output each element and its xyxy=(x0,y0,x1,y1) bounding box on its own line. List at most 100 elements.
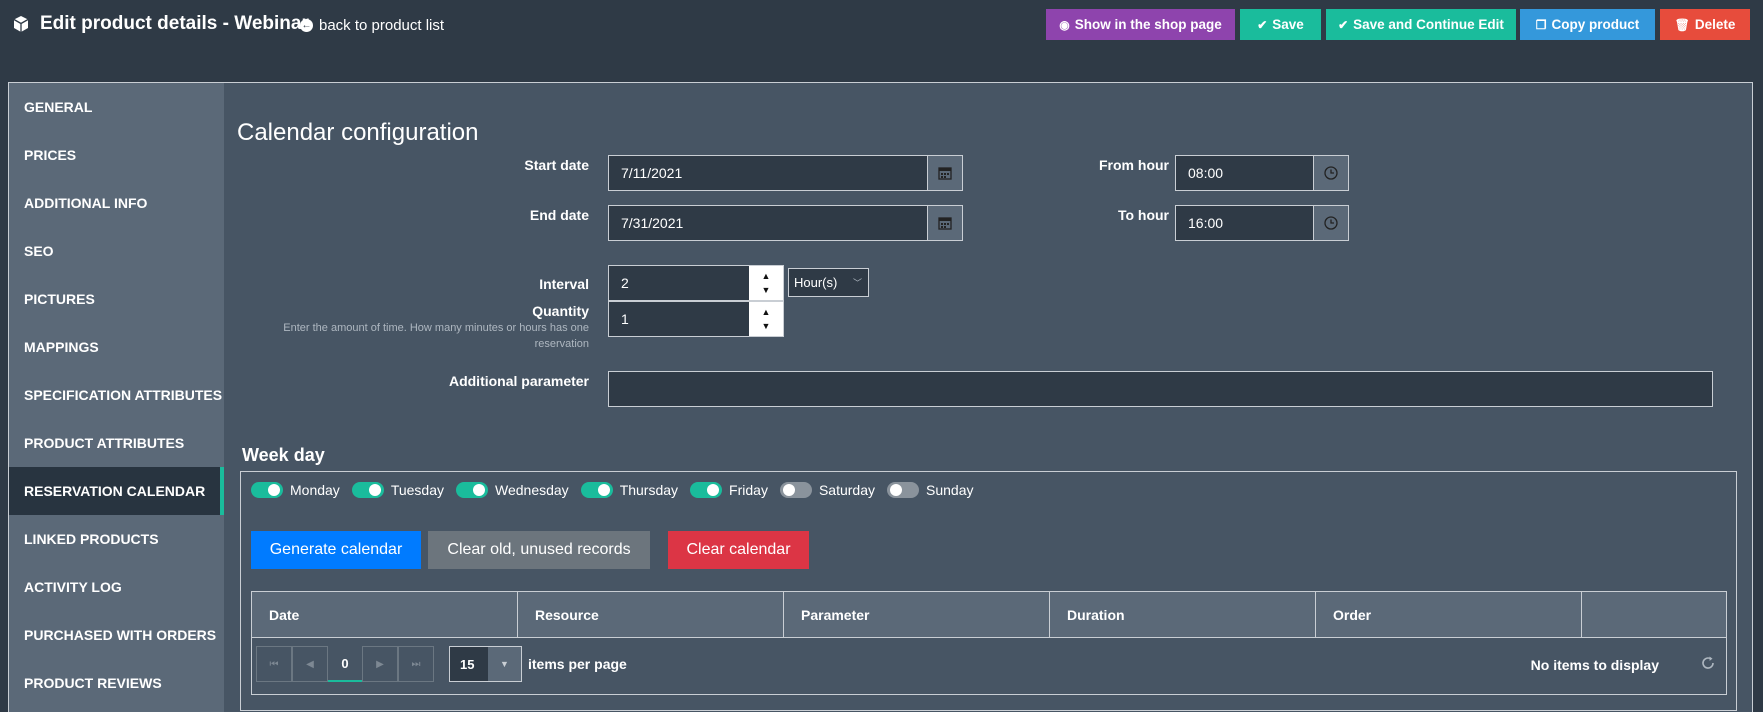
interval-unit-select[interactable]: Hour(s) ﹀ xyxy=(788,268,869,297)
sidebar-item-seo[interactable]: SEO xyxy=(9,227,224,275)
sidebar-item-mappings[interactable]: MAPPINGS xyxy=(9,323,224,371)
trash-icon: 🗑 xyxy=(1674,17,1690,32)
to-hour-field xyxy=(1175,205,1349,241)
sidebar-item-general[interactable]: GENERAL xyxy=(9,83,224,131)
sidebar-item-specification-attributes[interactable]: SPECIFICATION ATTRIBUTES xyxy=(9,371,224,419)
caret-down-icon[interactable]: ▼ xyxy=(762,283,771,297)
toggle-switch[interactable] xyxy=(251,482,283,498)
toggle-tuesday[interactable]: Tuesday xyxy=(351,482,444,498)
caret-down-icon[interactable]: ▼ xyxy=(762,319,771,333)
toggle-monday[interactable]: Monday xyxy=(251,482,340,498)
quantity-stepper: ▲▼ xyxy=(608,301,784,337)
sidebar-item-pictures[interactable]: PICTURES xyxy=(9,275,224,323)
back-to-list-link[interactable]: ← back to product list xyxy=(300,17,444,34)
calendar-icon[interactable] xyxy=(927,206,962,240)
column-header-resource[interactable]: Resource xyxy=(518,592,784,637)
delete-button[interactable]: 🗑 Delete xyxy=(1660,9,1750,40)
first-page-icon[interactable]: ⏮ xyxy=(256,646,292,682)
clock-icon[interactable] xyxy=(1313,156,1348,190)
caret-up-icon[interactable]: ▲ xyxy=(762,305,771,319)
section-title: Calendar configuration xyxy=(237,119,479,146)
toggle-sunday[interactable]: Sunday xyxy=(887,482,973,498)
main-panel: GENERAL PRICES ADDITIONAL INFO SEO PICTU… xyxy=(8,82,1753,712)
grid-header: Date Resource Parameter Duration Order xyxy=(252,592,1726,638)
sidebar-item-purchased-with-orders[interactable]: PURCHASED WITH ORDERS xyxy=(9,611,224,659)
sidebar-item-product-reviews[interactable]: PRODUCT REVIEWS xyxy=(9,659,224,707)
show-in-shop-label: Show in the shop page xyxy=(1074,17,1222,32)
cube-icon xyxy=(12,15,30,33)
from-hour-input[interactable] xyxy=(1176,156,1313,190)
toggle-switch[interactable] xyxy=(779,482,812,498)
additional-parameter-field xyxy=(608,371,1713,407)
copy-icon: ❐ xyxy=(1535,17,1547,32)
sidebar-item-activity-log[interactable]: ACTIVITY LOG xyxy=(9,563,224,611)
from-hour-label: From hour xyxy=(1099,157,1169,173)
toggle-thursday[interactable]: Thursday xyxy=(580,482,678,498)
column-header-duration[interactable]: Duration xyxy=(1050,592,1316,637)
toggle-saturday[interactable]: Saturday xyxy=(779,482,875,498)
sidebar: GENERAL PRICES ADDITIONAL INFO SEO PICTU… xyxy=(9,83,224,712)
clear-old-records-button[interactable]: Clear old, unused records xyxy=(428,531,650,569)
clock-icon[interactable] xyxy=(1313,206,1348,240)
day-label: Monday xyxy=(290,482,340,498)
page-header: Edit product details - Webinar ← back to… xyxy=(0,0,1763,50)
save-continue-label: Save and Continue Edit xyxy=(1353,17,1504,32)
grid-pager: ⏮ ◀ 0 ▶ ⏭ 15 ▼ items per page xyxy=(256,646,627,682)
to-hour-label: To hour xyxy=(1117,207,1169,223)
start-date-input[interactable] xyxy=(609,156,927,190)
day-label: Sunday xyxy=(926,482,974,498)
toggle-switch[interactable] xyxy=(456,482,488,498)
last-page-icon[interactable]: ⏭ xyxy=(398,646,434,682)
from-hour-field xyxy=(1175,155,1349,191)
generate-calendar-button[interactable]: Generate calendar xyxy=(251,531,421,569)
quantity-hint: Enter the amount of time. How many minut… xyxy=(283,322,589,350)
sidebar-item-linked-products[interactable]: LINKED PRODUCTS xyxy=(9,515,224,563)
column-header-order[interactable]: Order xyxy=(1316,592,1582,637)
additional-parameter-input[interactable] xyxy=(609,372,1712,406)
refresh-icon[interactable] xyxy=(1700,655,1718,673)
page-title: Edit product details - Webinar xyxy=(40,13,309,34)
interval-stepper: ▲▼ xyxy=(608,265,784,301)
column-header-parameter[interactable]: Parameter xyxy=(784,592,1050,637)
toggle-friday[interactable]: Friday xyxy=(690,482,768,498)
page-size-select[interactable]: 15 ▼ xyxy=(449,646,522,682)
sidebar-item-prices[interactable]: PRICES xyxy=(9,131,224,179)
toggle-wednesday[interactable]: Wednesday xyxy=(456,482,569,498)
quantity-spin-arrows[interactable]: ▲ ▼ xyxy=(749,302,783,336)
clear-calendar-button[interactable]: Clear calendar xyxy=(668,531,809,569)
week-day-panel: Monday Tuesday Wednesday Thursday Friday… xyxy=(240,471,1737,711)
show-in-shop-button[interactable]: ◉ Show in the shop page xyxy=(1046,9,1235,40)
sidebar-item-product-attributes[interactable]: PRODUCT ATTRIBUTES xyxy=(9,419,224,467)
start-date-label: Start date xyxy=(524,157,589,173)
interval-spin-arrows[interactable]: ▲ ▼ xyxy=(749,266,783,300)
column-header-actions xyxy=(1582,592,1726,637)
save-continue-button[interactable]: ✔ Save and Continue Edit xyxy=(1326,9,1516,40)
toggle-switch[interactable] xyxy=(580,482,613,498)
toggle-switch[interactable] xyxy=(690,482,723,498)
eye-icon: ◉ xyxy=(1059,17,1070,32)
day-label: Tuesday xyxy=(390,482,444,498)
interval-input[interactable] xyxy=(609,266,749,300)
quantity-input[interactable] xyxy=(609,302,749,336)
calendar-icon[interactable] xyxy=(927,156,962,190)
prev-page-icon[interactable]: ◀ xyxy=(292,646,328,682)
end-date-label: End date xyxy=(529,207,589,223)
to-hour-input[interactable] xyxy=(1176,206,1313,240)
caret-up-icon[interactable]: ▲ xyxy=(762,269,771,283)
toggle-switch[interactable] xyxy=(887,482,919,498)
day-label: Saturday xyxy=(818,482,875,498)
caret-down-icon: ▼ xyxy=(488,647,521,681)
copy-product-button[interactable]: ❐ Copy product xyxy=(1520,9,1655,40)
column-header-date[interactable]: Date xyxy=(252,592,518,637)
additional-parameter-label: Additional parameter xyxy=(448,373,589,389)
sidebar-item-reservation-calendar[interactable]: RESERVATION CALENDAR xyxy=(9,467,224,515)
save-button[interactable]: ✔ Save xyxy=(1240,9,1321,40)
page-number[interactable]: 0 xyxy=(328,646,362,682)
calendar-content: Calendar configuration Start date End da… xyxy=(224,83,1752,712)
arrow-left-icon: ← xyxy=(300,19,313,32)
toggle-switch[interactable] xyxy=(351,482,384,498)
next-page-icon[interactable]: ▶ xyxy=(362,646,398,682)
page-size-value: 15 xyxy=(460,656,475,672)
sidebar-item-additional-info[interactable]: ADDITIONAL INFO xyxy=(9,179,224,227)
end-date-input[interactable] xyxy=(609,206,927,240)
